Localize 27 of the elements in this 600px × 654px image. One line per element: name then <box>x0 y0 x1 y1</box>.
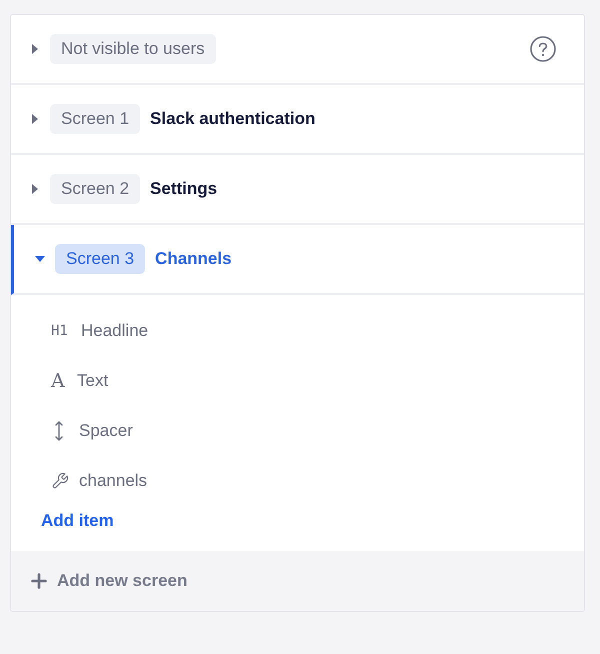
item-label[interactable]: Spacer <box>79 418 133 444</box>
screen-badge: Screen 3 <box>55 244 146 274</box>
screen-row[interactable]: Screen 1 Slack authentication <box>11 85 584 155</box>
heading-icon: H1 <box>51 320 75 342</box>
add-item-link[interactable]: Add item <box>41 508 114 534</box>
screen-badge: Screen 2 <box>50 174 140 204</box>
vertical-arrows-icon <box>54 421 64 441</box>
screen-badge: Screen 1 <box>50 104 140 134</box>
caret-right-icon[interactable] <box>32 184 38 194</box>
item-label[interactable]: Headline <box>81 318 148 344</box>
caret-right-icon[interactable] <box>32 114 38 124</box>
help-icon[interactable] <box>530 36 556 62</box>
plus-icon <box>31 573 47 589</box>
screen-row[interactable]: Not visible to users <box>11 15 584 85</box>
wrench-icon <box>51 472 69 490</box>
screen-title: Channels <box>155 248 232 270</box>
item-label[interactable]: channels <box>79 468 148 494</box>
text-icon: A <box>51 372 67 390</box>
screen-title: Slack authentication <box>150 108 316 130</box>
item-label[interactable]: Text <box>77 368 108 394</box>
screen-badge: Not visible to users <box>50 34 216 64</box>
caret-right-icon[interactable] <box>32 44 38 54</box>
screen-row[interactable]: Screen 3 Channels <box>11 225 584 295</box>
add-screen-button[interactable]: Add new screen <box>11 551 584 611</box>
caret-down-icon[interactable] <box>35 256 45 262</box>
screen-row[interactable]: Screen 2 Settings <box>11 155 584 225</box>
screen-title: Settings <box>150 178 218 200</box>
